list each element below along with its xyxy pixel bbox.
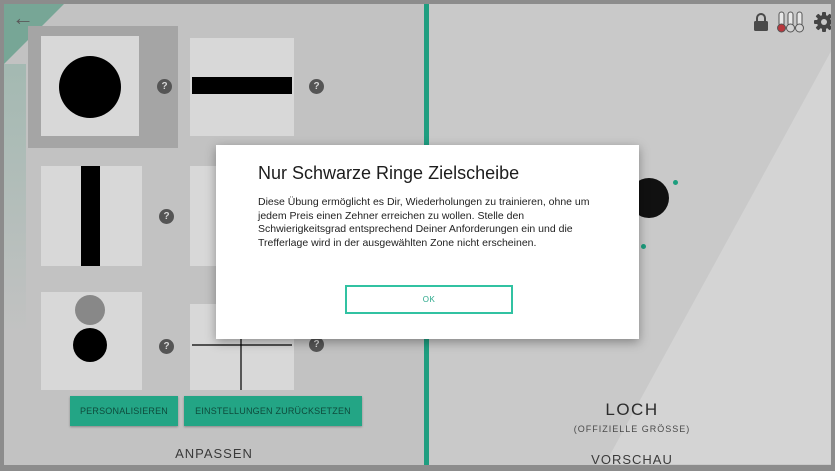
dialog-ok-button[interactable]: OK [345,285,513,314]
reset-settings-button[interactable]: EINSTELLUNGEN ZURÜCKSETZEN [184,396,362,426]
decorative-accent [4,64,26,334]
target-tile-vertical-bar[interactable] [41,166,142,266]
preview-target-subtitle: (OFFIZIELLE GRÖSSE) [573,424,691,434]
panel-title-preview: VORSCHAU [591,452,673,467]
help-icon[interactable]: ? [159,339,174,354]
hit-marker [641,244,646,249]
thermometers-icon[interactable] [775,10,807,34]
top-toolbar [753,10,835,34]
dialog-body: Diese Übung ermöglicht es Dir, Wiederhol… [258,196,590,249]
hit-marker [673,180,678,185]
target-tile-two-discs[interactable] [41,292,142,390]
vertical-bar-icon [81,166,100,266]
target-tile-horizontal-bar[interactable] [190,38,294,136]
help-icon[interactable]: ? [309,337,324,352]
help-icon[interactable]: ? [309,79,324,94]
panel-title-customize: ANPASSEN [175,446,253,461]
gear-icon[interactable] [813,11,835,33]
black-disc-icon [59,56,121,118]
two-discs-icon [73,295,107,362]
horizontal-bar-icon [192,77,292,94]
help-icon[interactable]: ? [157,79,172,94]
lock-icon[interactable] [753,12,769,32]
help-icon[interactable]: ? [159,209,174,224]
preview-target-name: LOCH [605,400,659,419]
personalize-button[interactable]: PERSONALISIEREN [70,396,178,426]
app-window: ← ? ? ? ? ? PERSONALISIEREN EINSTELLUNGE… [0,0,835,471]
info-dialog: Nur Schwarze Ringe Zielscheibe Diese Übu… [216,145,639,339]
target-tile-black-disc[interactable] [41,36,139,136]
dialog-title: Nur Schwarze Ringe Zielscheibe [258,163,520,183]
